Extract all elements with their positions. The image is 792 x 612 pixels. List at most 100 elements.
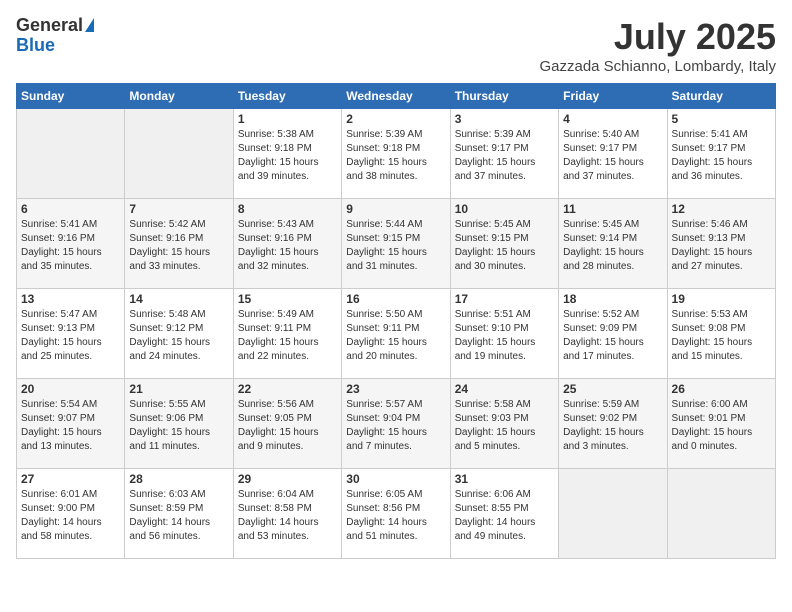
- day-info: Sunrise: 6:01 AM Sunset: 9:00 PM Dayligh…: [21, 488, 120, 544]
- day-info: Sunrise: 5:39 AM Sunset: 9:18 PM Dayligh…: [346, 128, 445, 184]
- calendar-cell: 15 Sunrise: 5:49 AM Sunset: 9:11 PM Dayli…: [233, 289, 341, 379]
- day-info: Sunrise: 5:45 AM Sunset: 9:14 PM Dayligh…: [563, 218, 662, 274]
- day-number: 17: [455, 292, 554, 306]
- day-number: 30: [346, 472, 445, 486]
- day-header-tuesday: Tuesday: [233, 84, 341, 109]
- calendar-cell: 6 Sunrise: 5:41 AM Sunset: 9:16 PM Daylig…: [17, 199, 125, 289]
- day-info: Sunrise: 5:45 AM Sunset: 9:15 PM Dayligh…: [455, 218, 554, 274]
- calendar-cell: 8 Sunrise: 5:43 AM Sunset: 9:16 PM Daylig…: [233, 199, 341, 289]
- week-row-2: 6 Sunrise: 5:41 AM Sunset: 9:16 PM Daylig…: [17, 199, 776, 289]
- day-info: Sunrise: 5:46 AM Sunset: 9:13 PM Dayligh…: [672, 218, 771, 274]
- day-info: Sunrise: 5:58 AM Sunset: 9:03 PM Dayligh…: [455, 398, 554, 454]
- day-number: 14: [129, 292, 228, 306]
- calendar-cell: 31 Sunrise: 6:06 AM Sunset: 8:55 PM Dayli…: [450, 469, 558, 559]
- calendar-cell: [559, 469, 667, 559]
- day-number: 23: [346, 382, 445, 396]
- day-info: Sunrise: 5:39 AM Sunset: 9:17 PM Dayligh…: [455, 128, 554, 184]
- day-header-saturday: Saturday: [667, 84, 775, 109]
- calendar-cell: 2 Sunrise: 5:39 AM Sunset: 9:18 PM Daylig…: [342, 109, 450, 199]
- day-number: 6: [21, 202, 120, 216]
- calendar-cell: 1 Sunrise: 5:38 AM Sunset: 9:18 PM Daylig…: [233, 109, 341, 199]
- day-number: 21: [129, 382, 228, 396]
- day-number: 16: [346, 292, 445, 306]
- calendar-cell: 14 Sunrise: 5:48 AM Sunset: 9:12 PM Dayli…: [125, 289, 233, 379]
- calendar-cell: 17Sunrise: 5:51 AM Sunset: 9:10 PM Dayli…: [450, 289, 558, 379]
- day-header-wednesday: Wednesday: [342, 84, 450, 109]
- day-info: Sunrise: 5:56 AM Sunset: 9:05 PM Dayligh…: [238, 398, 337, 454]
- calendar-cell: 22 Sunrise: 5:56 AM Sunset: 9:05 PM Dayli…: [233, 379, 341, 469]
- day-number: 10: [455, 202, 554, 216]
- calendar-cell: 13 Sunrise: 5:47 AM Sunset: 9:13 PM Dayli…: [17, 289, 125, 379]
- day-number: 18: [563, 292, 662, 306]
- day-info: Sunrise: 5:59 AM Sunset: 9:02 PM Dayligh…: [563, 398, 662, 454]
- calendar-cell: 27 Sunrise: 6:01 AM Sunset: 9:00 PM Dayli…: [17, 469, 125, 559]
- day-header-thursday: Thursday: [450, 84, 558, 109]
- calendar-table: SundayMondayTuesdayWednesdayThursdayFrid…: [16, 83, 776, 559]
- calendar-cell: 19 Sunrise: 5:53 AM Sunset: 9:08 PM Dayli…: [667, 289, 775, 379]
- day-info: Sunrise: 5:43 AM Sunset: 9:16 PM Dayligh…: [238, 218, 337, 274]
- day-number: 19: [672, 292, 771, 306]
- day-header-sunday: Sunday: [17, 84, 125, 109]
- day-number: 26: [672, 382, 771, 396]
- day-number: 4: [563, 112, 662, 126]
- day-number: 12: [672, 202, 771, 216]
- day-info: Sunrise: 5:48 AM Sunset: 9:12 PM Dayligh…: [129, 308, 228, 364]
- day-info: Sunrise: 5:55 AM Sunset: 9:06 PM Dayligh…: [129, 398, 228, 454]
- day-number: 7: [129, 202, 228, 216]
- day-number: 15: [238, 292, 337, 306]
- calendar-cell: 9Sunrise: 5:44 AM Sunset: 9:15 PM Daylig…: [342, 199, 450, 289]
- day-info: Sunrise: 5:38 AM Sunset: 9:18 PM Dayligh…: [238, 128, 337, 184]
- calendar-cell: [667, 469, 775, 559]
- calendar-cell: 10 Sunrise: 5:45 AM Sunset: 9:15 PM Dayli…: [450, 199, 558, 289]
- page-header: General Blue July 2025 Gazzada Schianno,…: [16, 16, 776, 75]
- day-info: Sunrise: 5:49 AM Sunset: 9:11 PM Dayligh…: [238, 308, 337, 364]
- day-number: 13: [21, 292, 120, 306]
- day-info: Sunrise: 5:54 AM Sunset: 9:07 PM Dayligh…: [21, 398, 120, 454]
- calendar-cell: 20 Sunrise: 5:54 AM Sunset: 9:07 PM Dayli…: [17, 379, 125, 469]
- day-number: 24: [455, 382, 554, 396]
- calendar-cell: 28Sunrise: 6:03 AM Sunset: 8:59 PM Dayli…: [125, 469, 233, 559]
- calendar-cell: 21 Sunrise: 5:55 AM Sunset: 9:06 PM Dayli…: [125, 379, 233, 469]
- day-number: 29: [238, 472, 337, 486]
- day-number: 5: [672, 112, 771, 126]
- calendar-cell: 4 Sunrise: 5:40 AM Sunset: 9:17 PM Daylig…: [559, 109, 667, 199]
- day-info: Sunrise: 5:41 AM Sunset: 9:17 PM Dayligh…: [672, 128, 771, 184]
- day-number: 11: [563, 202, 662, 216]
- week-row-3: 13 Sunrise: 5:47 AM Sunset: 9:13 PM Dayli…: [17, 289, 776, 379]
- day-number: 31: [455, 472, 554, 486]
- logo-general: General: [16, 15, 83, 35]
- week-row-4: 20 Sunrise: 5:54 AM Sunset: 9:07 PM Dayli…: [17, 379, 776, 469]
- day-number: 2: [346, 112, 445, 126]
- day-number: 1: [238, 112, 337, 126]
- calendar-cell: 5 Sunrise: 5:41 AM Sunset: 9:17 PM Daylig…: [667, 109, 775, 199]
- day-header-friday: Friday: [559, 84, 667, 109]
- day-info: Sunrise: 5:53 AM Sunset: 9:08 PM Dayligh…: [672, 308, 771, 364]
- day-info: Sunrise: 5:52 AM Sunset: 9:09 PM Dayligh…: [563, 308, 662, 364]
- day-number: 20: [21, 382, 120, 396]
- calendar-cell: 24 Sunrise: 5:58 AM Sunset: 9:03 PM Dayli…: [450, 379, 558, 469]
- day-info: Sunrise: 5:47 AM Sunset: 9:13 PM Dayligh…: [21, 308, 120, 364]
- days-header-row: SundayMondayTuesdayWednesdayThursdayFrid…: [17, 84, 776, 109]
- calendar-cell: 16 Sunrise: 5:50 AM Sunset: 9:11 PM Dayli…: [342, 289, 450, 379]
- day-number: 22: [238, 382, 337, 396]
- day-info: Sunrise: 5:40 AM Sunset: 9:17 PM Dayligh…: [563, 128, 662, 184]
- calendar-cell: 29Sunrise: 6:04 AM Sunset: 8:58 PM Dayli…: [233, 469, 341, 559]
- calendar-cell: 25 Sunrise: 5:59 AM Sunset: 9:02 PM Dayli…: [559, 379, 667, 469]
- calendar-cell: 23 Sunrise: 5:57 AM Sunset: 9:04 PM Dayli…: [342, 379, 450, 469]
- day-info: Sunrise: 6:06 AM Sunset: 8:55 PM Dayligh…: [455, 488, 554, 544]
- day-info: Sunrise: 5:50 AM Sunset: 9:11 PM Dayligh…: [346, 308, 445, 364]
- calendar-cell: 11 Sunrise: 5:45 AM Sunset: 9:14 PM Dayli…: [559, 199, 667, 289]
- day-info: Sunrise: 5:44 AM Sunset: 9:15 PM Dayligh…: [346, 218, 445, 274]
- calendar-cell: 3Sunrise: 5:39 AM Sunset: 9:17 PM Daylig…: [450, 109, 558, 199]
- day-info: Sunrise: 5:57 AM Sunset: 9:04 PM Dayligh…: [346, 398, 445, 454]
- day-header-monday: Monday: [125, 84, 233, 109]
- day-number: 25: [563, 382, 662, 396]
- day-number: 8: [238, 202, 337, 216]
- day-info: Sunrise: 5:41 AM Sunset: 9:16 PM Dayligh…: [21, 218, 120, 274]
- calendar-cell: 7Sunrise: 5:42 AM Sunset: 9:16 PM Daylig…: [125, 199, 233, 289]
- calendar-cell: [17, 109, 125, 199]
- day-number: 27: [21, 472, 120, 486]
- logo: General Blue: [16, 16, 94, 56]
- location-subtitle: Gazzada Schianno, Lombardy, Italy: [539, 58, 776, 75]
- calendar-cell: [125, 109, 233, 199]
